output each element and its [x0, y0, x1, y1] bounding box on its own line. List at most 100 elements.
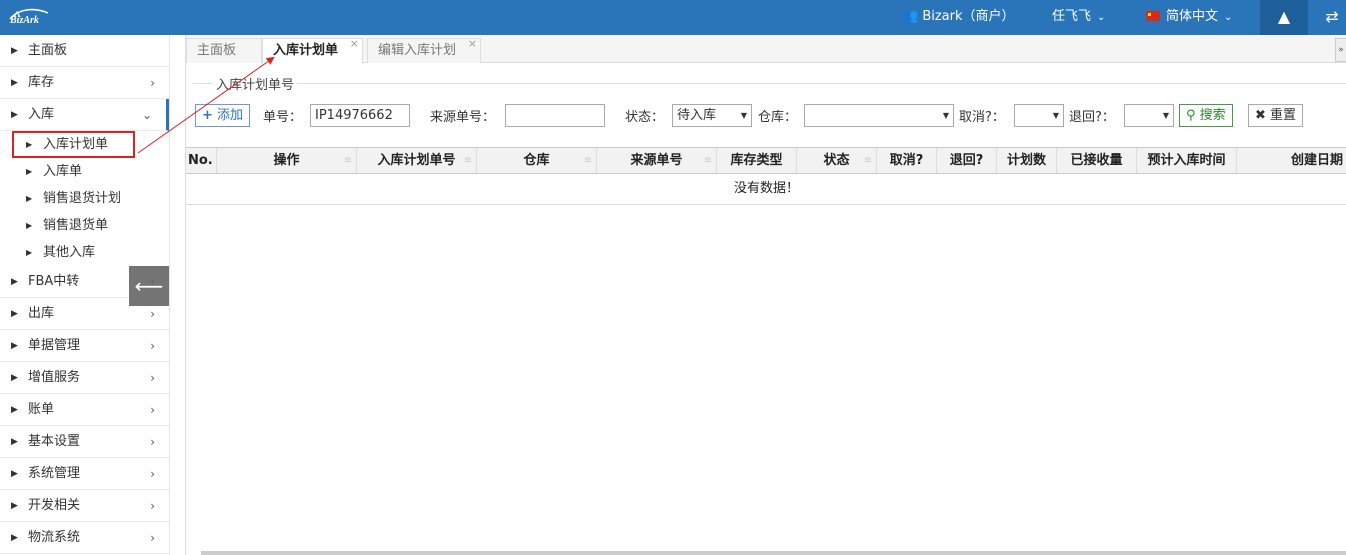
caret-down-icon: ▼ — [942, 111, 949, 120]
search-button[interactable]: ⚲ 搜索 — [1179, 104, 1233, 127]
sidebar-item-label: FBA中转 — [28, 274, 80, 289]
column-header-stock-type[interactable]: 库存类型 — [717, 148, 797, 173]
column-header-label: 操作 — [273, 153, 300, 168]
caret-down-icon: ▼ — [1052, 111, 1059, 120]
caret-right-icon: ▶ — [11, 437, 18, 447]
search-icon: ⚲ — [1186, 108, 1196, 123]
column-header-cancel[interactable]: 取消? — [877, 148, 937, 173]
language-label: 简体中文 — [1166, 9, 1219, 24]
swap-button[interactable]: ⇄ — [1318, 0, 1346, 35]
tree-button[interactable]: ▲ — [1260, 0, 1308, 35]
column-header-return[interactable]: 退回? — [937, 148, 997, 173]
column-header-warehouse[interactable]: 仓库 ≡ — [477, 148, 597, 173]
sort-icon: ≡ — [583, 155, 592, 166]
reset-button[interactable]: ✖ 重置 — [1248, 104, 1304, 127]
order-no-label: 单号： — [263, 110, 303, 125]
sidebar-item-label: 开发相关 — [28, 498, 81, 513]
grid-header: No. 操作 ≡ 入库计划单号 ≡ 仓库 ≡ 来源单号 ≡ 库存类型 状态 ≡ 取消? 退… — [186, 147, 1346, 174]
collapse-sidebar-button[interactable]: ⟵ — [129, 266, 169, 306]
sidebar-item-documents[interactable]: ▶ 单据管理 › — [0, 330, 169, 362]
sidebar-item-dashboard[interactable]: ▶ 主面板 — [0, 35, 169, 67]
chevron-right-icon: › — [150, 76, 155, 90]
sidebar-item-system[interactable]: ▶ 系统管理 › — [0, 458, 169, 490]
sidebar-item-basic-settings[interactable]: ▶ 基本设置 › — [0, 426, 169, 458]
column-header-plan-no[interactable]: 入库计划单号 ≡ — [357, 148, 477, 173]
sidebar-subitem-return-order[interactable]: ▶ 销售退货单 — [0, 212, 169, 239]
add-button[interactable]: + 添加 — [195, 104, 251, 127]
return-select[interactable]: ▼ — [1124, 104, 1174, 127]
caret-right-icon: ▶ — [26, 140, 33, 149]
sidebar-item-developer[interactable]: ▶ 开发相关 › — [0, 490, 169, 522]
column-header-planned-qty[interactable]: 计划数 — [997, 148, 1057, 173]
column-header-actions[interactable]: 操作 ≡ — [217, 148, 357, 173]
tab-scroll-button[interactable]: » — [1335, 38, 1346, 62]
sidebar-item-billing[interactable]: ▶ 账单 › — [0, 394, 169, 426]
close-icon[interactable]: × — [350, 32, 359, 56]
sort-icon: ≡ — [343, 155, 352, 166]
source-no-input[interactable] — [505, 104, 605, 127]
sidebar-item-label: 基本设置 — [28, 434, 81, 449]
column-header-created-date[interactable]: 创建日期 — [1237, 148, 1346, 173]
sidebar-item-label: 出库 — [28, 306, 55, 321]
sidebar-subitem-inbound-order[interactable]: ▶ 入库单 — [0, 158, 169, 185]
plus-icon: + — [202, 108, 213, 123]
column-header-label: 入库计划单号 — [377, 153, 456, 168]
caret-right-icon: ▶ — [11, 341, 18, 351]
column-header-received-qty[interactable]: 已接收量 — [1057, 148, 1137, 173]
tab-edit-inbound-plan[interactable]: 编辑入库计划 × — [367, 37, 481, 63]
sidebar-item-label: 入库 — [28, 107, 55, 122]
status-select[interactable]: 待入库 ▼ — [672, 104, 752, 127]
tab-label: 编辑入库计划 — [378, 43, 457, 58]
column-header-status[interactable]: 状态 ≡ — [797, 148, 877, 173]
sidebar-item-inbound[interactable]: ▶ 入库 ⌄ — [0, 99, 169, 131]
account-menu[interactable]: 👥 Bizark（商户） — [902, 0, 1015, 35]
arrow-left-icon: ⟵ — [134, 274, 164, 298]
add-button-label: 添加 — [217, 108, 244, 123]
column-header-label: 来源单号 — [630, 153, 683, 168]
sidebar-item-label: 主面板 — [28, 43, 68, 58]
swap-icon: ⇄ — [1325, 7, 1339, 26]
column-header-label: 状态 — [823, 153, 850, 168]
account-name: Bizark（商户） — [922, 9, 1015, 24]
sidebar-subitem-label: 入库单 — [43, 164, 83, 179]
order-no-input[interactable]: IP14976662 — [310, 104, 410, 127]
sidebar-subitem-return-plan[interactable]: ▶ 销售退货计划 — [0, 185, 169, 212]
column-header-source-no[interactable]: 来源单号 ≡ — [597, 148, 717, 173]
tab-label: 入库计划单 — [273, 43, 339, 58]
sidebar-item-label: 账单 — [28, 402, 55, 417]
caret-right-icon: ▶ — [26, 194, 33, 203]
caret-down-icon: ▼ — [1162, 111, 1169, 120]
tab-inbound-plan[interactable]: 入库计划单 × — [262, 37, 363, 64]
column-header-label: 库存类型 — [730, 153, 783, 168]
tab-dashboard[interactable]: 主面板 — [186, 38, 262, 63]
sidebar-subitem-label: 销售退货单 — [43, 218, 109, 233]
chevron-down-icon: ⌄ — [1097, 12, 1106, 23]
grid-empty-message: 没有数据！ — [186, 174, 1346, 205]
column-header-expected-date[interactable]: 预计入库时间 — [1137, 148, 1237, 173]
status-select-value: 待入库 — [677, 108, 717, 123]
close-icon[interactable]: × — [468, 32, 477, 56]
sidebar-item-inventory[interactable]: ▶ 库存 › — [0, 67, 169, 99]
caret-right-icon: ▶ — [26, 221, 33, 230]
horizontal-scrollbar[interactable] — [201, 551, 1346, 555]
data-grid: No. 操作 ≡ 入库计划单号 ≡ 仓库 ≡ 来源单号 ≡ 库存类型 状态 ≡ 取消? 退… — [186, 147, 1346, 205]
cancel-select[interactable]: ▼ — [1014, 104, 1064, 127]
caret-right-icon: ▶ — [11, 78, 18, 88]
sort-icon: ≡ — [463, 155, 472, 166]
warehouse-select[interactable]: ▼ — [804, 104, 954, 127]
sidebar-item-logistics[interactable]: ▶ 物流系统 › — [0, 522, 169, 554]
caret-right-icon: ▶ — [11, 469, 18, 479]
sidebar-subitem-other-inbound[interactable]: ▶ 其他入库 — [0, 239, 169, 266]
sort-icon: ≡ — [863, 155, 872, 166]
column-header-no[interactable]: No. — [186, 148, 217, 173]
sort-icon: ≡ — [703, 155, 712, 166]
sidebar-subitem-label: 其他入库 — [43, 245, 96, 260]
chevron-down-icon: ⌄ — [141, 108, 152, 122]
language-menu[interactable]: 简体中文 ⌄ — [1146, 0, 1232, 35]
user-menu[interactable]: 任飞飞 ⌄ — [1052, 0, 1105, 35]
warehouse-label: 仓库： — [758, 110, 798, 125]
chevron-right-icon: › — [150, 339, 155, 353]
sidebar-item-value-added[interactable]: ▶ 增值服务 › — [0, 362, 169, 394]
sidebar-subitem-inbound-plan[interactable]: ▶ 入库计划单 — [12, 131, 135, 158]
caret-right-icon: ▶ — [11, 501, 18, 511]
